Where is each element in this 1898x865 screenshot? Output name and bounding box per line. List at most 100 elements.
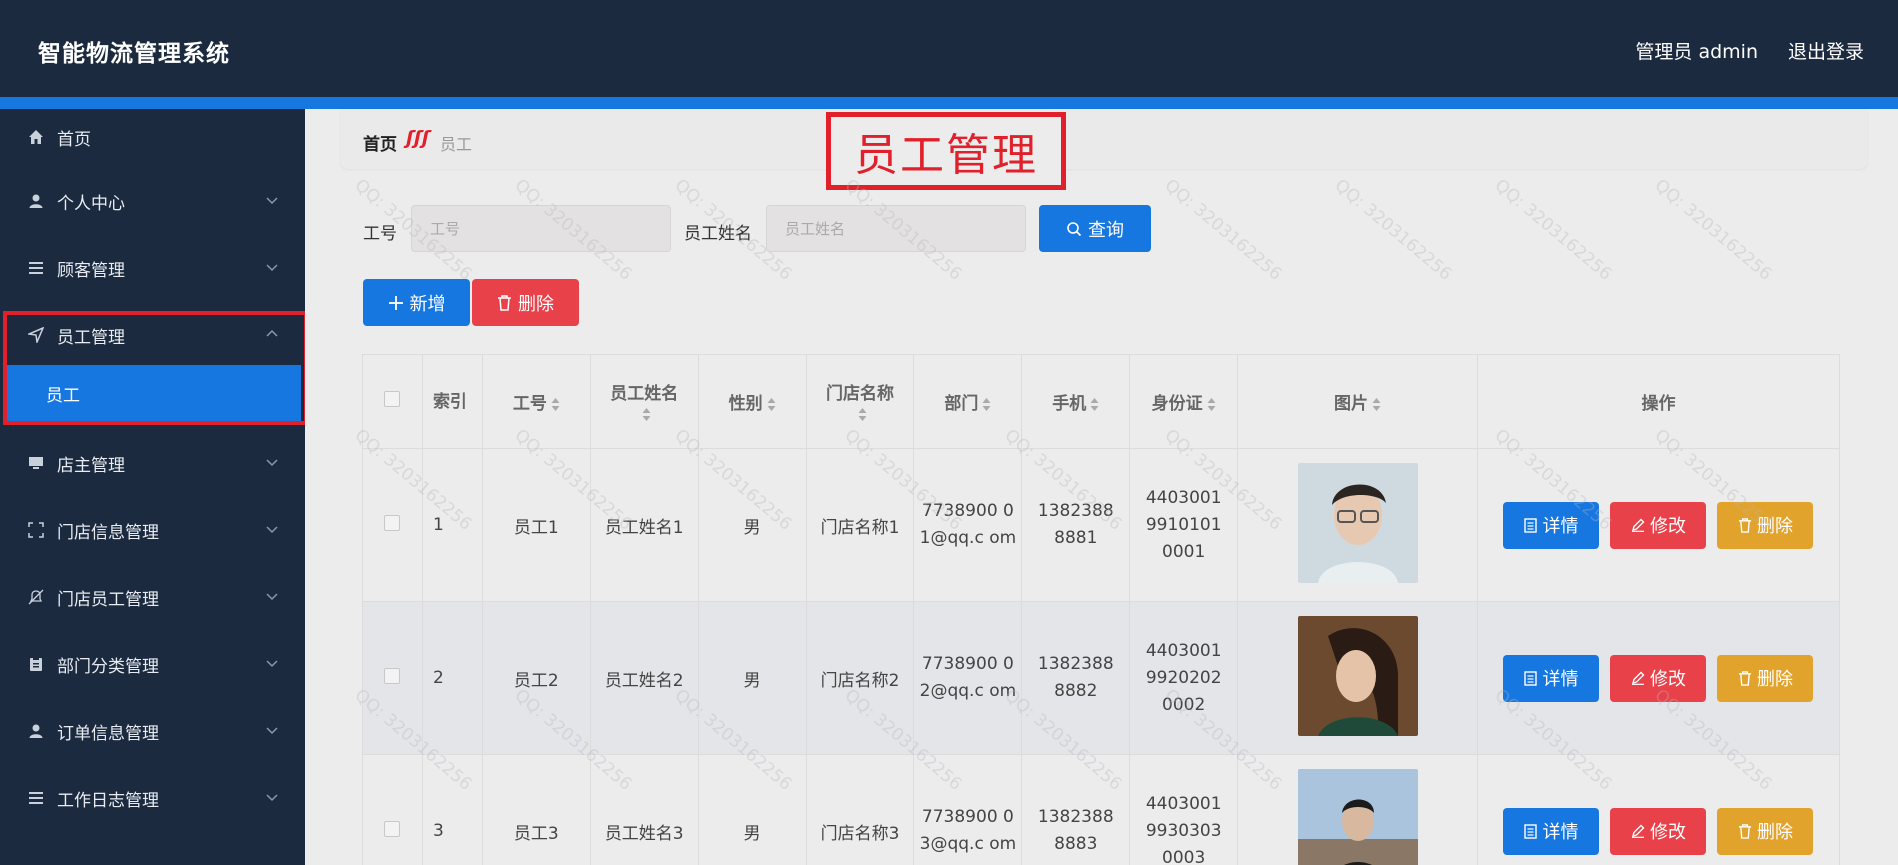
sort-icon: [982, 397, 991, 411]
sort-icon: [1090, 397, 1099, 411]
bell-off-icon: [27, 588, 45, 606]
col-emp-name[interactable]: 员工姓名: [589, 354, 699, 449]
add-button[interactable]: 新增: [363, 279, 470, 326]
sidebar-item-departments[interactable]: 部门分类管理: [0, 636, 305, 692]
logout-link[interactable]: 退出登录: [1788, 37, 1864, 64]
edit-button[interactable]: 修改: [1610, 501, 1707, 549]
search-icon: [1067, 221, 1082, 236]
cell-photo: [1237, 754, 1478, 865]
col-store[interactable]: 门店名称: [805, 354, 915, 449]
sidebar-item-home[interactable]: 首页: [0, 109, 305, 165]
col-photo[interactable]: 图片: [1237, 354, 1478, 449]
sidebar-item-orders[interactable]: 订单信息管理: [0, 703, 305, 759]
breadcrumb: [340, 109, 1868, 169]
col-gender[interactable]: 性别: [697, 354, 807, 449]
cell-dept: 7738900 01@qq.c om: [913, 448, 1023, 602]
chevron-down-icon: [266, 727, 278, 735]
sidebar-item-stores[interactable]: 门店信息管理: [0, 502, 305, 558]
select-all-cell: [362, 354, 423, 449]
breadcrumb-home[interactable]: 首页: [363, 130, 397, 155]
edit-button[interactable]: 修改: [1610, 654, 1707, 702]
accent-strip: [0, 97, 1898, 109]
row-checkbox-cell: [362, 601, 423, 755]
cell-actions: 详情 修改 删除: [1476, 754, 1841, 865]
employee-photo[interactable]: [1297, 615, 1418, 736]
sidebar-item-store-staff[interactable]: 门店员工管理: [0, 569, 305, 625]
sidebar: 首页 个人中心 顾客管理 员工管理 员工 店主管理 门店信息管理 门店员工管理 …: [0, 109, 305, 865]
cell-emp-no: 员工3: [481, 754, 591, 865]
col-id-card[interactable]: 身份证: [1129, 354, 1239, 449]
cell-gender: 男: [697, 601, 807, 755]
cell-index: 3: [421, 754, 483, 865]
delete-button[interactable]: 删除: [1717, 654, 1814, 702]
sidebar-item-label: 订单信息管理: [57, 723, 159, 744]
cell-index: 1: [421, 448, 483, 602]
cell-gender: 男: [697, 448, 807, 602]
emp-no-input[interactable]: [411, 205, 671, 252]
table-header-row: 索引 工号 员工姓名 性别 门店名称 部门 手机 身份证 图片 操作: [362, 354, 1841, 449]
document-icon: [1524, 670, 1538, 686]
sidebar-item-worklog[interactable]: 工作日志管理: [0, 770, 305, 826]
edit-button[interactable]: 修改: [1610, 807, 1707, 855]
cell-id-card: 4403001 9930303 0003: [1129, 754, 1239, 865]
chevron-down-icon: [266, 593, 278, 601]
delete-button[interactable]: 删除: [1717, 807, 1814, 855]
employee-photo[interactable]: [1297, 462, 1418, 583]
fullscreen-icon: [27, 521, 45, 539]
select-all-checkbox[interactable]: [384, 391, 401, 407]
breadcrumb-current: 员工: [440, 135, 473, 154]
sidebar-item-owners[interactable]: 店主管理: [0, 435, 305, 491]
row-checkbox[interactable]: [384, 820, 401, 837]
sidebar-item-label: 个人中心: [57, 193, 125, 214]
col-phone[interactable]: 手机: [1021, 354, 1131, 449]
col-gender-label: 性别: [728, 394, 763, 414]
sidebar-item-customers[interactable]: 顾客管理: [0, 240, 305, 296]
sort-icon: [1372, 397, 1381, 411]
cell-emp-name: 员工姓名2: [589, 601, 699, 755]
clipboard-icon: [27, 655, 45, 673]
cell-id-card: 4403001 9910101 0001: [1129, 448, 1239, 602]
sidebar-item-personal[interactable]: 个人中心: [0, 173, 305, 229]
cell-gender: 男: [697, 754, 807, 865]
col-dept-label: 部门: [944, 394, 979, 414]
chevron-down-icon: [266, 660, 278, 668]
monitor-icon: [27, 454, 45, 472]
edit-label: 修改: [1649, 516, 1686, 537]
cell-emp-name: 员工姓名3: [589, 754, 699, 865]
trash-icon: [498, 294, 511, 311]
row-checkbox[interactable]: [384, 667, 401, 684]
emp-name-input[interactable]: [766, 205, 1026, 252]
batch-delete-button[interactable]: 删除: [472, 279, 579, 326]
delete-label: 删除: [1756, 669, 1793, 690]
col-emp-name-label: 员工姓名: [610, 384, 679, 404]
emp-no-label: 工号: [363, 224, 397, 244]
col-dept[interactable]: 部门: [913, 354, 1023, 449]
delete-button[interactable]: 删除: [1717, 501, 1814, 549]
query-label: 查询: [1088, 219, 1124, 241]
cell-emp-no: 员工1: [481, 448, 591, 602]
edit-icon: [1631, 518, 1645, 532]
query-button[interactable]: 查询: [1039, 205, 1151, 252]
sidebar-item-label: 店主管理: [57, 455, 125, 476]
sort-icon: [642, 407, 651, 421]
employee-photo[interactable]: [1297, 768, 1418, 865]
col-store-label: 门店名称: [826, 384, 894, 404]
detail-button[interactable]: 详情: [1503, 807, 1600, 855]
trash-icon: [1738, 670, 1752, 686]
detail-label: 详情: [1542, 669, 1579, 690]
row-checkbox[interactable]: [384, 514, 401, 531]
detail-button[interactable]: 详情: [1503, 501, 1600, 549]
cell-store: 门店名称1: [805, 448, 915, 602]
col-emp-no[interactable]: 工号: [481, 354, 591, 449]
cell-actions: 详情 修改 删除: [1476, 448, 1841, 602]
sort-icon: [1207, 397, 1216, 411]
sort-icon: [767, 397, 776, 411]
detail-label: 详情: [1542, 822, 1579, 843]
detail-button[interactable]: 详情: [1503, 654, 1600, 702]
annotation-title: 员工管理: [826, 112, 1066, 190]
table-row: 3 员工3 员工姓名3 男 门店名称3 7738900 03@qq.c om 1…: [362, 754, 1841, 865]
col-phone-label: 手机: [1052, 394, 1087, 414]
cell-emp-name: 员工姓名1: [589, 448, 699, 602]
chevron-down-icon: [266, 794, 278, 802]
user-icon: [27, 722, 45, 740]
